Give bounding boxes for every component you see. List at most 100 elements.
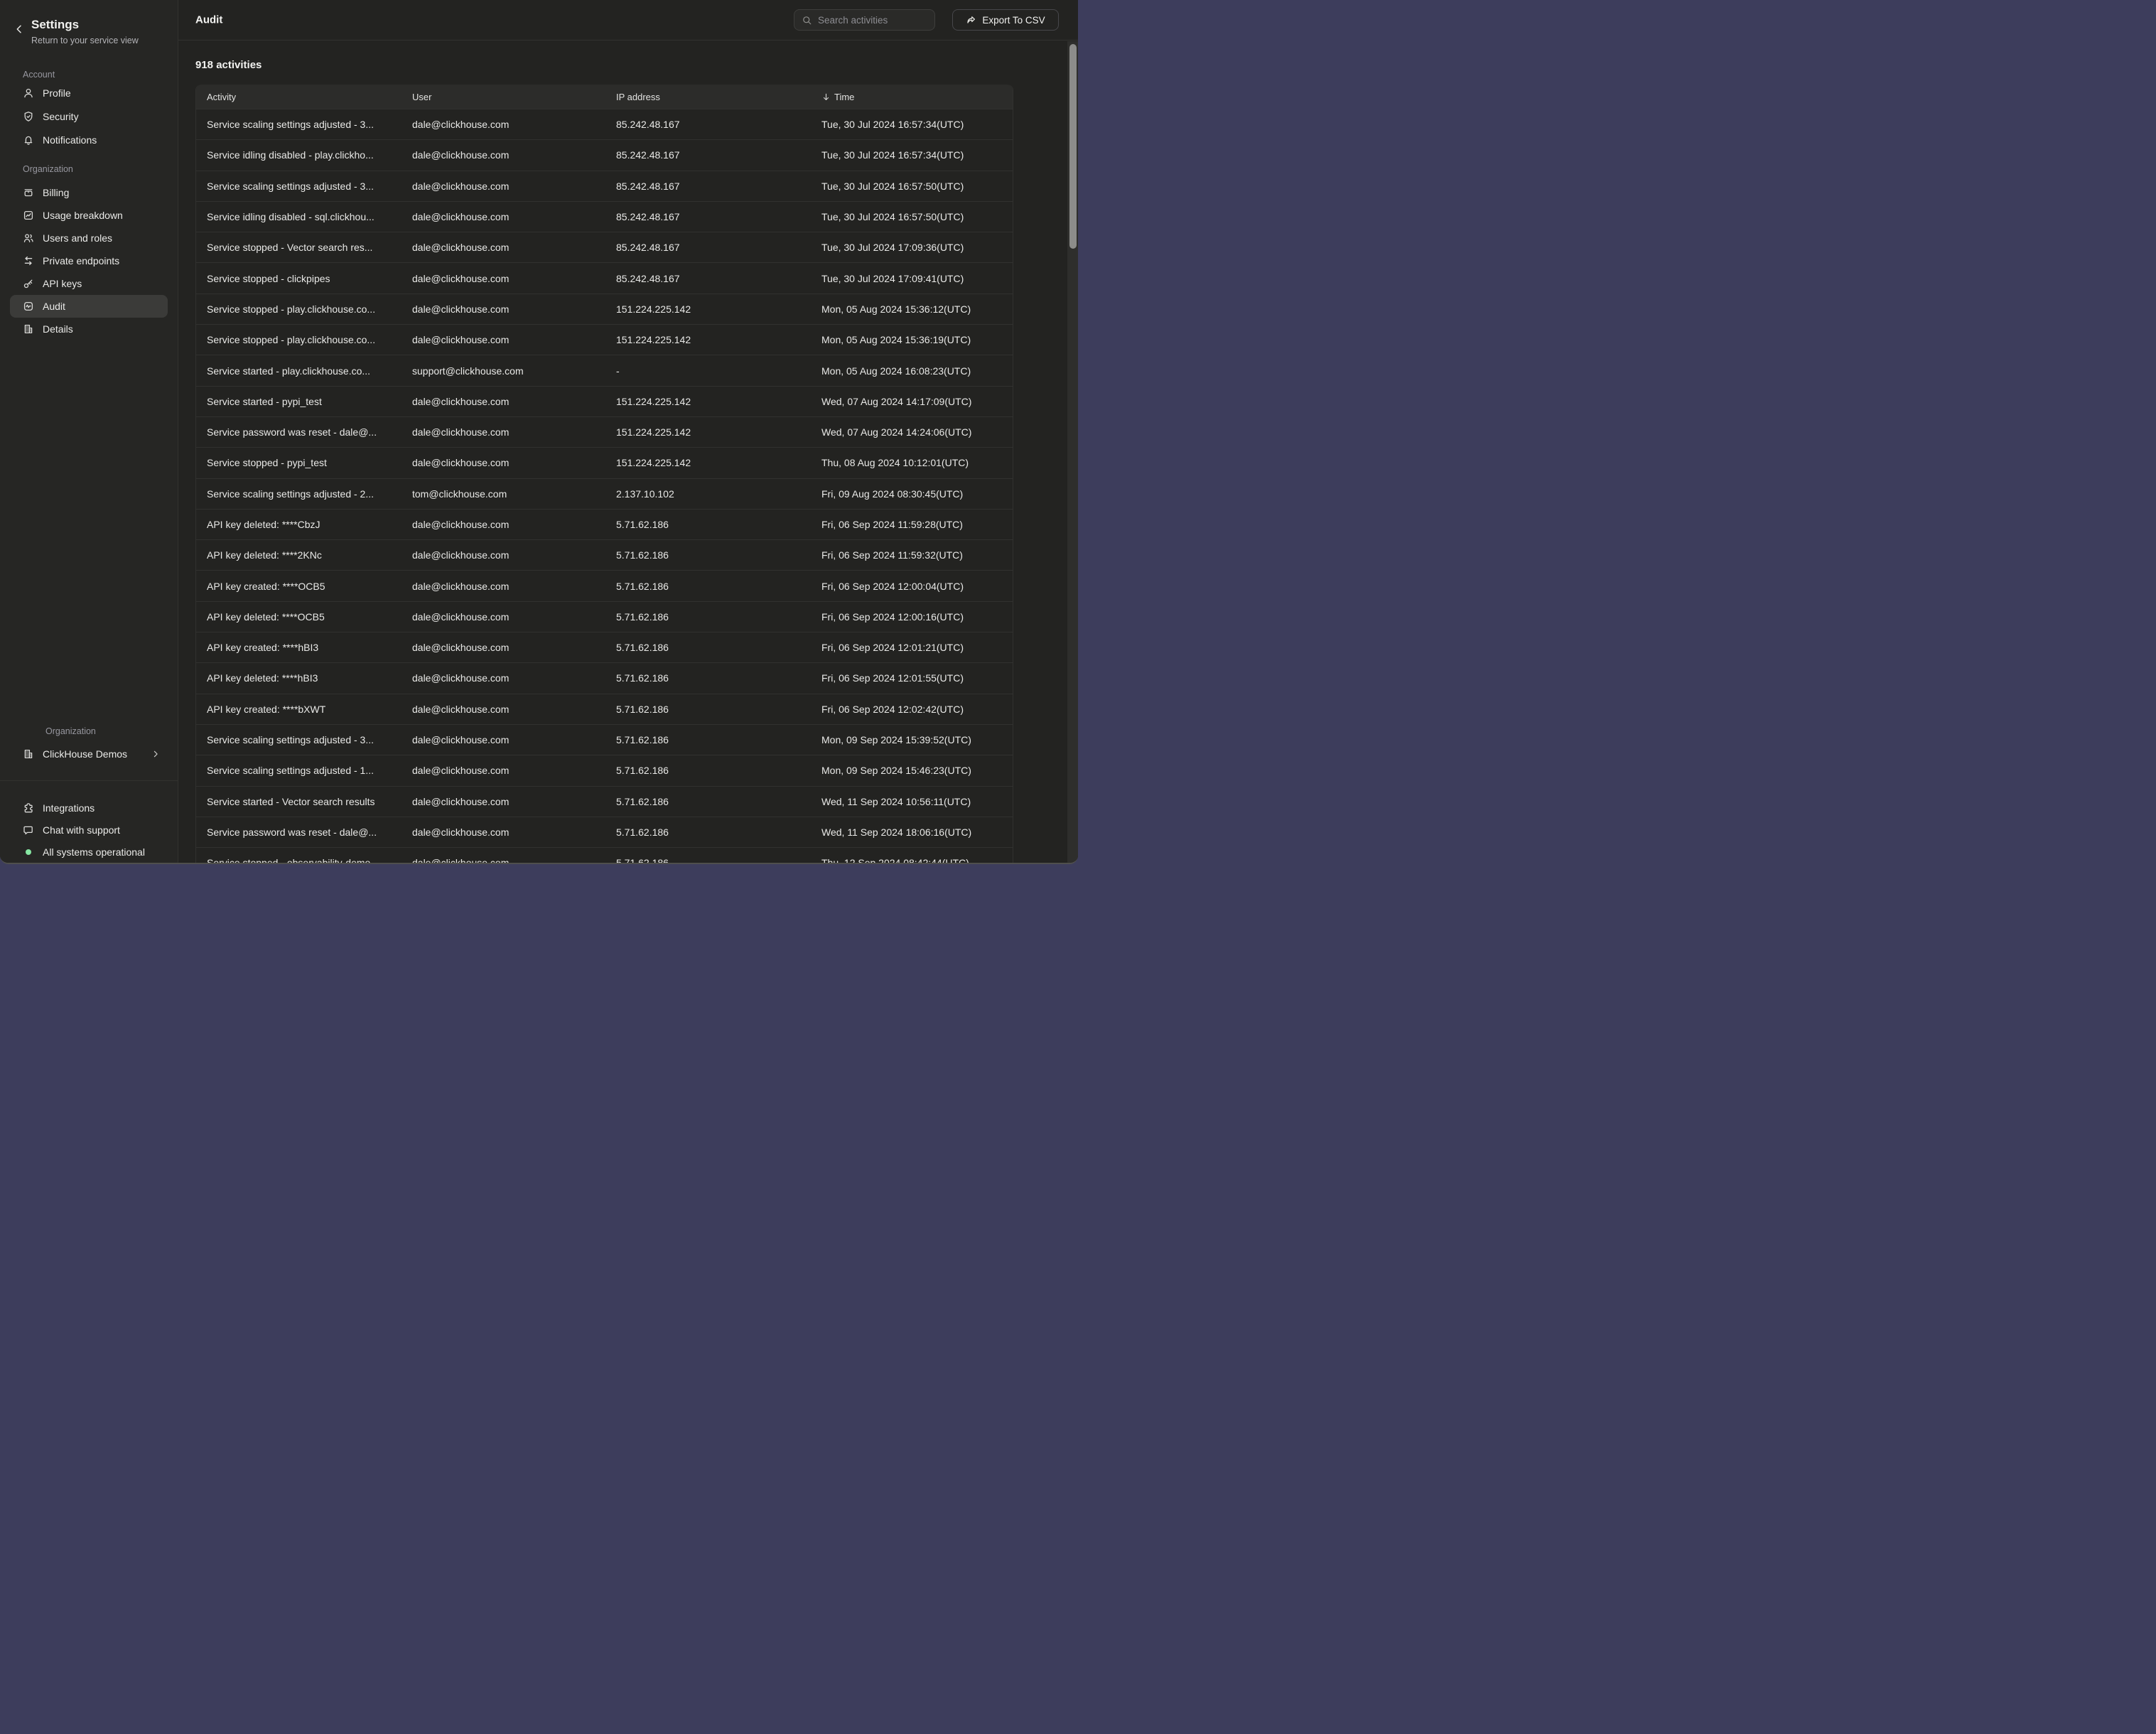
sidebar-item-label: Details <box>43 323 73 335</box>
usage-icon <box>23 210 34 221</box>
bell-icon <box>23 134 34 146</box>
back-button[interactable] <box>13 23 26 36</box>
cell-activity: Service scaling settings adjusted - 2... <box>196 479 401 509</box>
sidebar-item-all-systems-operational[interactable]: All systems operational <box>10 841 168 863</box>
export-icon <box>966 15 976 26</box>
cell-ip: 151.224.225.142 <box>605 294 811 324</box>
cell-ip: 2.137.10.102 <box>605 479 811 509</box>
table-row: Service started - pypi_testdale@clickhou… <box>196 386 1013 416</box>
cell-user: dale@clickhouse.com <box>401 571 605 601</box>
cell-user: tom@clickhouse.com <box>401 479 605 509</box>
sidebar-item-api-keys[interactable]: API keys <box>10 272 168 295</box>
sidebar-item-users-and-roles[interactable]: Users and roles <box>10 227 168 249</box>
sidebar-divider <box>0 780 178 781</box>
page-title: Audit <box>195 14 222 26</box>
cell-ip: 85.242.48.167 <box>605 140 811 170</box>
users-icon <box>23 232 34 244</box>
sidebar-item-label: API keys <box>43 278 82 289</box>
sidebar-item-label: Profile <box>43 87 71 99</box>
endpoints-icon <box>23 255 34 266</box>
org-switcher[interactable]: ClickHouse Demos <box>10 743 168 765</box>
cell-user: dale@clickhouse.com <box>401 602 605 632</box>
export-csv-button[interactable]: Export To CSV <box>952 9 1059 31</box>
app-window: Settings Return to your service view Acc… <box>0 0 1078 864</box>
cell-ip: 5.71.62.186 <box>605 848 811 864</box>
cell-time: Fri, 06 Sep 2024 12:02:42(UTC) <box>811 694 1013 724</box>
sidebar-item-audit[interactable]: Audit <box>10 295 168 318</box>
table-header: Activity User IP address Time <box>196 85 1013 109</box>
table-row: Service stopped - clickpipesdale@clickho… <box>196 262 1013 293</box>
building-icon <box>23 323 34 335</box>
column-header-time-label: Time <box>834 92 854 102</box>
sidebar-item-label: Notifications <box>43 134 97 146</box>
column-header-user[interactable]: User <box>401 92 605 102</box>
org-switcher-label: Organization <box>45 726 96 737</box>
building-icon <box>23 748 34 760</box>
table-row: Service stopped - Vector search res...da… <box>196 232 1013 262</box>
cell-time: Tue, 30 Jul 2024 17:09:41(UTC) <box>811 263 1013 293</box>
search-input[interactable] <box>818 15 927 26</box>
column-header-activity[interactable]: Activity <box>196 92 401 102</box>
topbar: Audit Export To CSV <box>178 0 1078 41</box>
sidebar-item-security[interactable]: Security <box>10 105 168 128</box>
cell-activity: Service scaling settings adjusted - 3... <box>196 725 401 755</box>
table-row: Service started - play.clickhouse.co...s… <box>196 355 1013 385</box>
cell-activity: API key deleted: ****CbzJ <box>196 510 401 539</box>
settings-subtitle: Return to your service view <box>31 36 139 46</box>
sidebar-item-billing[interactable]: Billing <box>10 181 168 204</box>
sidebar-item-usage-breakdown[interactable]: Usage breakdown <box>10 204 168 227</box>
sidebar: Settings Return to your service view Acc… <box>0 0 178 863</box>
sidebar-item-label: Users and roles <box>43 232 112 244</box>
table-row: API key created: ****bXWTdale@clickhouse… <box>196 694 1013 724</box>
cell-activity: Service scaling settings adjusted - 3... <box>196 109 401 139</box>
table-row: Service stopped - play.clickhouse.co...d… <box>196 324 1013 355</box>
cell-time: Tue, 30 Jul 2024 16:57:50(UTC) <box>811 171 1013 201</box>
scrollbar-track[interactable] <box>1067 41 1078 863</box>
org-switcher-name: ClickHouse Demos <box>43 748 127 760</box>
sidebar-item-profile[interactable]: Profile <box>10 82 168 104</box>
sidebar-item-details[interactable]: Details <box>10 318 168 340</box>
column-header-ip-address[interactable]: IP address <box>605 92 811 102</box>
cell-activity: API key deleted: ****hBI3 <box>196 663 401 693</box>
sidebar-item-label: Audit <box>43 301 65 312</box>
audit-table: Activity User IP address Time Service sc… <box>195 85 1013 864</box>
cell-ip: 151.224.225.142 <box>605 417 811 447</box>
cell-activity: Service stopped - Vector search res... <box>196 232 401 262</box>
table-row: Service started - Vector search resultsd… <box>196 786 1013 817</box>
section-label-account: Account <box>23 70 178 80</box>
cell-ip: 5.71.62.186 <box>605 663 811 693</box>
cell-activity: Service idling disabled - play.clickho..… <box>196 140 401 170</box>
cell-ip: 5.71.62.186 <box>605 510 811 539</box>
search-box[interactable] <box>794 9 935 31</box>
cell-user: dale@clickhouse.com <box>401 817 605 847</box>
status-dot-icon <box>23 846 34 858</box>
column-header-time[interactable]: Time <box>811 92 1013 102</box>
sidebar-item-integrations[interactable]: Integrations <box>10 797 168 819</box>
sidebar-item-chat-with-support[interactable]: Chat with support <box>10 819 168 841</box>
cell-time: Tue, 30 Jul 2024 16:57:34(UTC) <box>811 109 1013 139</box>
main-area: Audit Export To CSV 918 activities Activ… <box>178 0 1078 863</box>
cell-time: Mon, 05 Aug 2024 15:36:19(UTC) <box>811 325 1013 355</box>
sidebar-item-notifications[interactable]: Notifications <box>10 129 168 151</box>
billing-icon <box>23 187 34 198</box>
cell-ip: 151.224.225.142 <box>605 325 811 355</box>
sidebar-item-private-endpoints[interactable]: Private endpoints <box>10 249 168 272</box>
page: Settings Return to your service view Acc… <box>0 0 1078 867</box>
cell-activity: API key created: ****OCB5 <box>196 571 401 601</box>
section-label-organization: Organization <box>23 164 178 175</box>
scrollbar-thumb[interactable] <box>1069 44 1077 249</box>
cell-ip: 85.242.48.167 <box>605 171 811 201</box>
chevron-right-icon <box>151 749 161 759</box>
cell-activity: Service started - pypi_test <box>196 387 401 416</box>
cell-ip: 151.224.225.142 <box>605 448 811 478</box>
cell-time: Fri, 06 Sep 2024 12:00:16(UTC) <box>811 602 1013 632</box>
cell-ip: 5.71.62.186 <box>605 725 811 755</box>
cell-user: support@clickhouse.com <box>401 355 605 385</box>
sidebar-footer: IntegrationsChat with supportAll systems… <box>10 797 168 863</box>
table-row: API key deleted: ****hBI3dale@clickhouse… <box>196 662 1013 693</box>
cell-time: Fri, 06 Sep 2024 11:59:32(UTC) <box>811 540 1013 570</box>
sidebar-item-label: Usage breakdown <box>43 210 123 221</box>
activities-count: 918 activities <box>195 59 1013 72</box>
table-row: API key created: ****hBI3dale@clickhouse… <box>196 632 1013 662</box>
cell-user: dale@clickhouse.com <box>401 325 605 355</box>
